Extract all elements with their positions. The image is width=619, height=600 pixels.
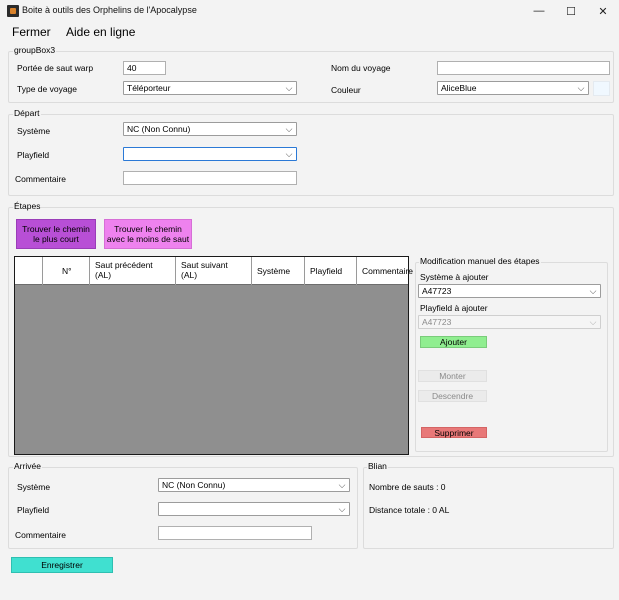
departure-comment-label: Commentaire <box>15 174 67 184</box>
system-to-add-label: Système à ajouter <box>420 272 489 282</box>
trip-name-input[interactable] <box>437 61 610 75</box>
color-swatch <box>593 81 610 96</box>
warp-range-label: Portée de saut warp <box>17 63 94 73</box>
menu-bar: Fermer Aide en ligne <box>0 22 619 42</box>
table-header: N° Saut précédent (AL) Saut suivant (AL)… <box>15 257 413 285</box>
shortest-path-button[interactable]: Trouver le chemin le plus court <box>16 219 96 249</box>
trip-type-value: Téléporteur <box>127 83 171 93</box>
departure-comment-input[interactable] <box>123 171 297 185</box>
playfield-to-add-select[interactable]: A47723 ⌵ <box>418 315 601 329</box>
system-to-add-select[interactable]: A47723 ⌵ <box>418 284 601 298</box>
chevron-down-icon: ⌵ <box>285 124 293 134</box>
column-header-number[interactable]: N° <box>43 257 90 285</box>
warp-range-input[interactable]: 40 <box>123 61 166 75</box>
maximize-button[interactable]: ☐ <box>556 0 586 22</box>
arrival-comment-label: Commentaire <box>15 530 67 540</box>
move-up-button[interactable]: Monter <box>418 370 487 382</box>
total-distance-text: Distance totale : 0 AL <box>369 505 450 515</box>
color-label: Couleur <box>331 85 361 95</box>
menu-close[interactable]: Fermer <box>12 25 51 39</box>
column-header-playfield[interactable]: Playfield <box>305 257 357 285</box>
arrival-playfield-select[interactable]: ⌵ <box>158 502 350 516</box>
chevron-down-icon: ⌵ <box>285 149 293 159</box>
groupbox3 <box>8 51 614 103</box>
arrival-playfield-label: Playfield <box>17 505 50 515</box>
menu-online-help[interactable]: Aide en ligne <box>66 25 135 39</box>
title-bar: Boite à outils des Orphelins de l'Apocal… <box>0 0 619 22</box>
steps-table[interactable]: N° Saut précédent (AL) Saut suivant (AL)… <box>14 256 413 455</box>
departure-playfield-label: Playfield <box>17 150 50 160</box>
minimize-button[interactable]: — <box>524 0 554 22</box>
summary-title: Blian <box>367 461 388 471</box>
departure-group <box>8 114 614 196</box>
chevron-down-icon: ⌵ <box>589 286 597 296</box>
groupbox3-title: groupBox3 <box>13 45 57 55</box>
close-window-button[interactable]: ✕ <box>588 0 618 22</box>
jump-count-text: Nombre de sauts : 0 <box>369 482 446 492</box>
manual-edit-title: Modification manuel des étapes <box>419 256 541 266</box>
column-header-comment[interactable]: Commentaire <box>357 257 413 285</box>
arrival-system-value: NC (Non Connu) <box>162 480 226 490</box>
arrival-comment-input[interactable] <box>158 526 312 540</box>
least-jumps-path-button[interactable]: Trouver le chemin avec le moins de saut <box>104 219 192 249</box>
steps-title: Étapes <box>13 201 42 211</box>
arrival-system-label: Système <box>17 482 51 492</box>
add-step-button[interactable]: Ajouter <box>420 336 487 348</box>
move-down-button[interactable]: Descendre <box>418 390 487 402</box>
departure-system-select[interactable]: NC (Non Connu) ⌵ <box>123 122 297 136</box>
color-select[interactable]: AliceBlue ⌵ <box>437 81 589 95</box>
window-title: Boite à outils des Orphelins de l'Apocal… <box>22 5 197 15</box>
app-icon <box>7 5 19 17</box>
chevron-down-icon: ⌵ <box>577 83 585 93</box>
departure-system-value: NC (Non Connu) <box>127 124 191 134</box>
chevron-down-icon: ⌵ <box>338 480 346 490</box>
column-header-next-jump[interactable]: Saut suivant (AL) <box>176 257 252 285</box>
column-header-previous-jump[interactable]: Saut précédent (AL) <box>90 257 176 285</box>
departure-title: Départ <box>13 108 41 118</box>
trip-name-label: Nom du voyage <box>331 63 391 73</box>
column-header-system[interactable]: Système <box>252 257 305 285</box>
playfield-to-add-label: Playfield à ajouter <box>420 303 488 313</box>
chevron-down-icon: ⌵ <box>285 83 293 93</box>
column-header-selector[interactable] <box>15 257 43 285</box>
chevron-down-icon: ⌵ <box>589 317 597 327</box>
system-to-add-value: A47723 <box>422 286 452 296</box>
departure-playfield-select[interactable]: ⌵ <box>123 147 297 161</box>
arrival-title: Arrivée <box>13 461 42 471</box>
playfield-to-add-value: A47723 <box>422 317 452 327</box>
arrival-system-select[interactable]: NC (Non Connu) ⌵ <box>158 478 350 492</box>
delete-step-button[interactable]: Supprimer <box>421 427 487 438</box>
trip-type-label: Type de voyage <box>17 84 78 94</box>
color-value: AliceBlue <box>441 83 477 93</box>
trip-type-select[interactable]: Téléporteur ⌵ <box>123 81 297 95</box>
save-button[interactable]: Enregistrer <box>11 557 113 573</box>
chevron-down-icon: ⌵ <box>338 504 346 514</box>
departure-system-label: Système <box>17 126 51 136</box>
